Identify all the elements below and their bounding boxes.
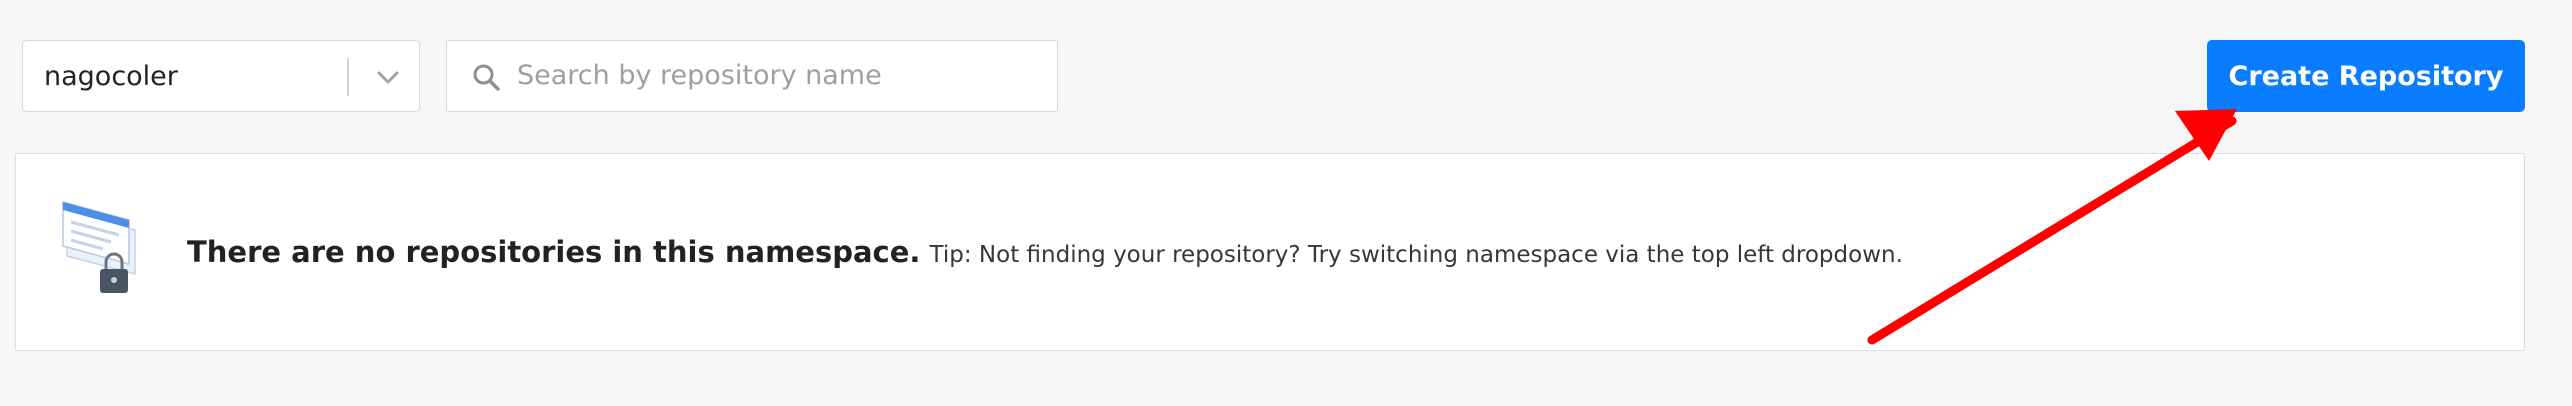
empty-state-title: There are no repositories in this namesp… <box>187 235 921 269</box>
dropdown-divider <box>347 58 349 96</box>
chevron-down-icon[interactable] <box>373 62 403 92</box>
search-icon <box>473 64 500 91</box>
namespace-dropdown[interactable]: nagocoler <box>22 40 420 112</box>
create-repository-button[interactable]: Create Repository <box>2207 40 2525 112</box>
namespace-value: nagocoler <box>44 61 178 92</box>
empty-state-tip: Tip: Not finding your repository? Try sw… <box>929 242 1903 268</box>
repository-search-box[interactable] <box>446 40 1058 112</box>
repository-search-input[interactable] <box>517 43 1037 107</box>
empty-state-panel: There are no repositories in this namesp… <box>15 153 2525 351</box>
repository-lock-icon <box>62 201 136 293</box>
empty-state-message: There are no repositories in this namesp… <box>187 154 1903 355</box>
